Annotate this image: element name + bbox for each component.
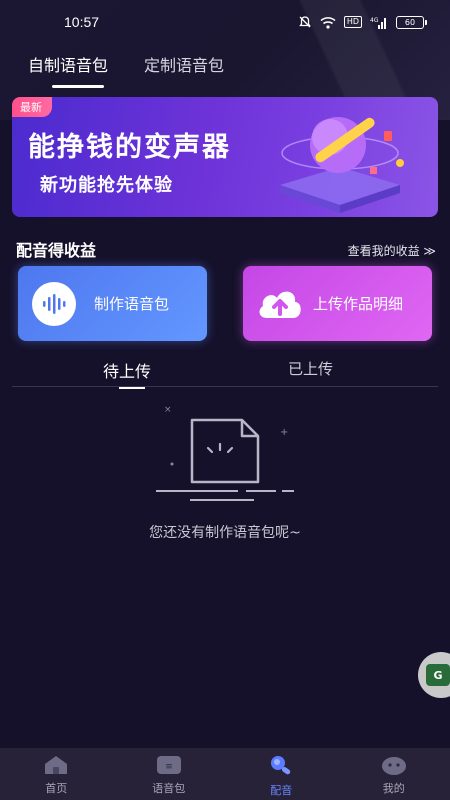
nav-dubbing-label: 配音 (270, 784, 293, 797)
status-icons: HD 4G 60 (298, 15, 427, 29)
tab-custom-voice-pack[interactable]: 定制语音包 (144, 52, 224, 88)
upload-details-label: 上传作品明细 (313, 295, 404, 313)
voice-pack-icon: ≡ (156, 756, 181, 774)
waveform-icon (32, 281, 76, 326)
top-tabs: 自制语音包 定制语音包 (28, 52, 224, 88)
svg-text:4G: 4G (370, 17, 379, 24)
tabs-divider (12, 386, 438, 387)
status-time: 10:57 (64, 14, 100, 30)
tab-pending-upload[interactable]: 待上传 (103, 358, 151, 389)
banner-title: 能挣钱的变声器 (28, 132, 231, 163)
nav-dubbing[interactable]: 配音 (225, 748, 338, 800)
view-earnings-link[interactable]: 查看我的收益 ≫ (348, 242, 436, 259)
svg-text:+: + (280, 427, 288, 438)
profile-icon (381, 757, 406, 775)
nav-profile-label: 我的 (382, 782, 405, 795)
nav-home-label: 首页 (45, 782, 68, 795)
hd-badge: HD (343, 16, 362, 28)
game-icon: G (426, 664, 450, 686)
mute-bell-icon (299, 16, 311, 28)
make-voice-pack-label: 制作语音包 (94, 295, 170, 313)
signal-icon: 4G (370, 17, 386, 29)
tab-self-made-voice-pack[interactable]: 自制语音包 (28, 52, 108, 88)
empty-state-message: 您还没有制作语音包呢~ (149, 525, 301, 541)
bottom-nav: 首页 ≡ 语音包 配音 我的 (0, 748, 450, 800)
dubbing-icon (271, 756, 291, 775)
floating-action-button[interactable]: G (418, 652, 450, 698)
earnings-title: 配音得收益 (16, 241, 97, 260)
nav-voice-pack[interactable]: ≡ 语音包 (113, 748, 226, 800)
status-bar: 10:57 HD 4G 60 (0, 0, 450, 44)
new-badge: 最新 (12, 97, 52, 117)
banner-subtitle: 新功能抢先体验 (40, 175, 173, 196)
empty-document-icon: × + (156, 405, 294, 501)
wifi-icon (320, 16, 336, 29)
tab-uploaded[interactable]: 已上传 (288, 358, 333, 379)
planet-illustration (280, 117, 404, 213)
make-voice-pack-button[interactable]: 制作语音包 (18, 266, 207, 341)
battery-icon: 60 (396, 15, 427, 29)
nav-voice-pack-label: 语音包 (152, 782, 186, 795)
nav-profile[interactable]: 我的 (338, 748, 450, 800)
promo-banner[interactable]: 最新 能挣钱的变声器 新功能抢先体验 (12, 97, 438, 217)
upload-status-tabs: 待上传 已上传 (0, 356, 450, 389)
home-icon (45, 756, 68, 774)
cloud-upload-icon (259, 291, 301, 318)
upload-details-button[interactable]: 上传作品明细 (243, 266, 432, 341)
nav-home[interactable]: 首页 (0, 748, 113, 800)
svg-text:≡: ≡ (165, 762, 173, 772)
svg-text:×: × (164, 405, 172, 415)
